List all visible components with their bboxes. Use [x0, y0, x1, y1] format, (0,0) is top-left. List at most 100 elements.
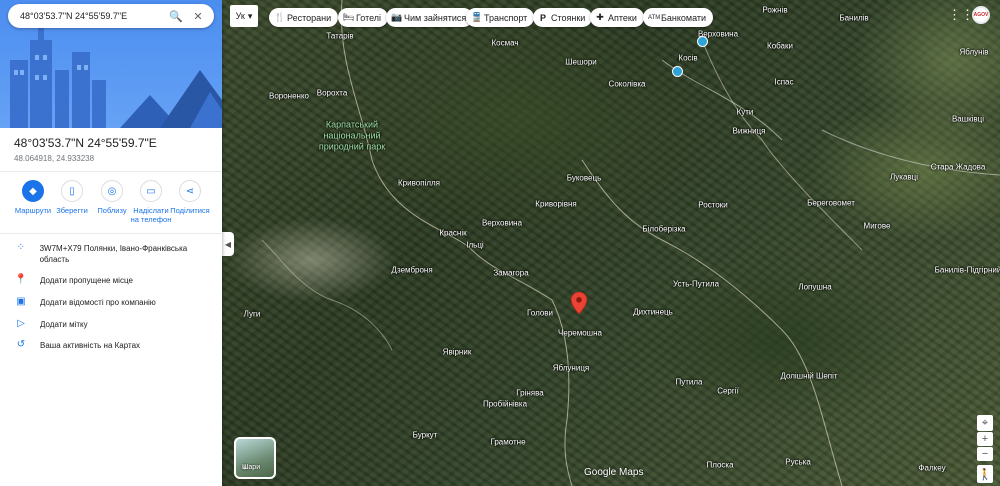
maps-activity-row[interactable]: ↺ Ваша активність на Картах	[14, 340, 214, 351]
chip-label: Стоянки	[551, 12, 586, 23]
place-label: Татарів	[326, 31, 354, 41]
chip-things-to-do[interactable]: 📷 Чим зайнятися	[386, 8, 474, 27]
send-to-phone-icon: ▭	[140, 180, 162, 202]
place-label: Явірник	[442, 347, 472, 357]
chevron-down-icon: ▾	[247, 10, 253, 21]
chip-label: Готелі	[356, 12, 382, 23]
chip-restaurants[interactable]: 🍴 Ресторани	[269, 8, 339, 27]
add-missing-place-text: Додати пропущене місце	[40, 276, 133, 285]
place-label: Дземброня	[391, 265, 433, 275]
my-location-button[interactable]: ⌖	[977, 415, 993, 431]
maps-activity-text: Ваша активність на Картах	[40, 341, 141, 350]
place-label: Усть-Путила	[672, 279, 720, 289]
share-icon: ⋖	[179, 180, 201, 202]
chip-atms[interactable]: ATM Банкомати	[643, 8, 714, 27]
action-label: Зберегти	[56, 206, 88, 215]
place-label: Плоска	[706, 460, 734, 470]
chip-label: Чим зайнятися	[404, 12, 467, 23]
chip-label: Аптеки	[608, 12, 637, 23]
chip-parking[interactable]: P Стоянки	[533, 8, 593, 27]
nearby-button[interactable]: ◎ Поблизу	[90, 180, 134, 215]
place-label: Кути	[736, 107, 754, 117]
place-label: Криворівня	[535, 199, 577, 209]
place-label: Путила	[675, 377, 703, 387]
map-roads	[261, 0, 1000, 486]
plus-code-row[interactable]: ⁘ 3W7M+X79 Полянки, Івано-Франківська об…	[14, 243, 214, 265]
place-label: Соколівка	[608, 79, 646, 89]
save-button[interactable]: ▯ Зберегти	[50, 180, 94, 215]
place-label: Білоберізка	[642, 224, 686, 234]
business-icon: ▣	[16, 296, 26, 307]
place-label: Голови	[527, 308, 553, 318]
place-label: Замагора	[493, 268, 529, 278]
add-label-row[interactable]: ▷ Додати мітку	[14, 319, 214, 330]
avatar[interactable]: AGOV	[972, 6, 990, 24]
map-canvas[interactable]: Ук ▾ 🍴 Ресторани 🛏 Готелі 📷 Чим зайнятися 🚆…	[222, 0, 1000, 486]
chip-pharmacies[interactable]: ✚ Аптеки	[590, 8, 644, 27]
place-label: Ворохта	[316, 88, 348, 98]
search-icon[interactable]: 🔍	[168, 10, 184, 23]
place-label: Кривопілля	[398, 178, 440, 188]
decimal-coordinates: 48.064918, 24.933238	[14, 154, 95, 163]
place-label: Вашківці	[951, 114, 985, 124]
add-place-icon: 📍	[14, 274, 28, 285]
nearby-icon: ◎	[101, 180, 123, 202]
chip-label: Ресторани	[287, 12, 332, 23]
place-label: Банилів	[839, 13, 869, 23]
place-label: Космач	[491, 38, 519, 48]
share-button[interactable]: ⋖ Поділитися	[168, 180, 212, 215]
parking-icon: P	[539, 12, 546, 23]
place-label: Буркут	[412, 430, 438, 440]
layers-button[interactable]: ◈ Шари	[234, 437, 276, 479]
add-business-row[interactable]: ▣ Додати відомості про компанію	[14, 297, 214, 308]
place-label: Буковець	[566, 173, 602, 183]
location-pin-icon[interactable]	[571, 292, 587, 314]
divider	[0, 171, 222, 172]
place-label: Кобаки	[767, 41, 793, 51]
zoom-out-button[interactable]: −	[977, 447, 993, 461]
chip-hotels[interactable]: 🛏 Готелі	[338, 8, 389, 27]
place-label: Сергії	[717, 386, 739, 396]
collapse-panel-button[interactable]: ◀	[222, 232, 234, 256]
apps-grid-icon[interactable]: ⋮⋮	[948, 8, 974, 22]
layers-label: Шари	[242, 464, 261, 471]
transit-poi-icon[interactable]	[697, 36, 708, 47]
add-missing-place-row[interactable]: 📍 Додати пропущене місце	[14, 275, 214, 286]
add-business-text: Додати відомості про компанію	[40, 298, 156, 307]
place-label: Рожнів	[762, 5, 788, 15]
transit-poi-icon[interactable]	[672, 66, 683, 77]
place-label: Мигове	[863, 221, 891, 231]
place-label: Краснік	[439, 228, 467, 238]
send-to-phone-button[interactable]: ▭ Надіслати на телефон	[129, 180, 173, 224]
bookmark-icon: ▯	[61, 180, 83, 202]
chip-label: Транспорт	[484, 12, 528, 23]
directions-button[interactable]: ◆ Маршрути	[11, 180, 55, 215]
transit-icon: 🚆	[471, 12, 483, 22]
chip-transit[interactable]: 🚆 Транспорт	[466, 8, 535, 27]
directions-icon: ◆	[22, 180, 44, 202]
place-label: Яблунів	[959, 47, 989, 57]
plus-code-icon: ⁘	[16, 242, 25, 253]
search-bar[interactable]: 48°03'53.7"N 24°55'59.7"E 🔍 ✕	[8, 4, 214, 28]
place-label: Ростоки	[698, 200, 728, 210]
place-label: Дихтинець	[633, 307, 673, 317]
place-label: Косів	[678, 53, 698, 63]
pegman-icon[interactable]: 🚶	[977, 465, 993, 483]
place-label: Пробійнівка	[482, 399, 528, 409]
restaurant-icon: 🍴	[274, 12, 286, 22]
place-label: Іспас	[774, 77, 794, 87]
place-label: Ільці	[466, 240, 484, 250]
action-label: Надіслати на телефон	[130, 206, 172, 224]
place-panel: 48°03'53.7"N 24°55'59.7"E 🔍 ✕ 48°03'53.7…	[0, 0, 222, 486]
camera-icon: 📷	[391, 12, 403, 22]
map-type-label: Ук	[235, 11, 245, 21]
map-type-toggle[interactable]: Ук ▾	[230, 5, 258, 27]
close-icon[interactable]: ✕	[190, 10, 206, 23]
search-input[interactable]: 48°03'53.7"N 24°55'59.7"E	[20, 11, 162, 21]
zoom-in-button[interactable]: +	[977, 432, 993, 446]
place-label: Стара Жадова	[930, 162, 986, 172]
place-label: Шешори	[565, 57, 597, 67]
place-label: Долішній Шепіт	[780, 371, 838, 381]
park-label: Карпатський національний природний парк	[318, 119, 386, 152]
history-icon: ↺	[16, 339, 26, 350]
